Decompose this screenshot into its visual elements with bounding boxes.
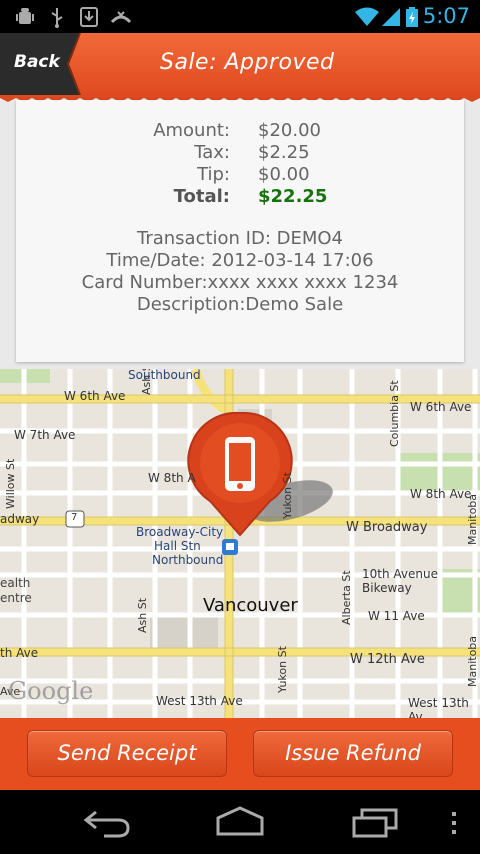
- map-label: W 6th Ave: [410, 400, 472, 414]
- map-label: W 7th Ave: [14, 428, 76, 442]
- overflow-menu-icon[interactable]: [448, 806, 460, 840]
- app-header: Back Sale: Approved: [0, 33, 480, 95]
- battery-charging-icon: [406, 7, 418, 27]
- poi-label: entre: [0, 591, 32, 605]
- map-label: Ash St: [136, 597, 149, 633]
- time-date: Time/Date: 2012-03-14 17:06: [106, 250, 374, 271]
- map-label: Columbia St: [388, 380, 401, 447]
- transaction-id: Transaction ID: DEMO4: [136, 228, 344, 249]
- voicemail-icon: [110, 11, 132, 24]
- recent-apps-icon[interactable]: [350, 806, 400, 840]
- tip-label: Tip:: [197, 164, 230, 185]
- map-label: W 8th A: [148, 471, 196, 485]
- android-debug-icon: [16, 8, 34, 24]
- map-label: W 6th Ave: [64, 389, 126, 403]
- map-label: Alberta St: [340, 570, 353, 625]
- wifi-icon: [355, 7, 379, 26]
- map-label: Yukon St: [276, 646, 289, 693]
- total-label: Total:: [173, 186, 230, 207]
- system-nav-bar: [0, 790, 480, 854]
- description: Description:Demo Sale: [136, 294, 344, 315]
- back-icon[interactable]: [82, 806, 132, 840]
- route-number: 7: [71, 512, 78, 523]
- back-button[interactable]: Back: [0, 33, 81, 95]
- station-label: Hall Stn: [154, 539, 201, 553]
- map-label: W 11 Ave: [368, 609, 425, 623]
- station-label: Broadway-City: [136, 525, 224, 539]
- send-receipt-button[interactable]: Send Receipt: [27, 730, 227, 777]
- map-label: Manitoba St: [466, 493, 480, 545]
- download-icon: [80, 7, 98, 27]
- action-bar: Send Receipt Issue Refund: [0, 718, 480, 790]
- map-label: 10th Avenue Bikeway: [362, 567, 438, 595]
- usb-icon: [51, 8, 63, 28]
- map-label: W 8th Ave: [410, 487, 472, 501]
- map-label: West 13th Av: [408, 696, 469, 718]
- page-title: Sale: Approved: [160, 50, 335, 75]
- map-label: adway: [0, 512, 40, 526]
- signal-icon: [382, 8, 400, 26]
- map-label: th Ave: [0, 646, 39, 660]
- amount-label: Amount:: [153, 120, 230, 141]
- map-attribution: Google: [8, 677, 94, 705]
- clock: 5:07: [422, 4, 470, 28]
- map-label: W 12th Ave: [350, 652, 425, 667]
- city-label: Vancouver: [203, 595, 298, 616]
- tax-label: Tax:: [194, 142, 230, 163]
- map-label: Willow St: [4, 458, 17, 509]
- tax-value: $2.25: [258, 142, 310, 163]
- card-number: Card Number:xxxx xxxx xxxx 1234: [81, 272, 399, 293]
- building-area: [150, 613, 218, 653]
- back-label: Back: [14, 52, 60, 72]
- map-label: Manitoba St: [466, 635, 480, 687]
- home-icon[interactable]: [214, 806, 266, 840]
- poi-label: ealth: [0, 576, 31, 590]
- station-label: Northbound: [152, 553, 224, 567]
- amount-value: $20.00: [258, 120, 321, 141]
- map-label: Yukon St: [281, 472, 294, 519]
- map-label: Ash St: [140, 369, 153, 395]
- total-value: $22.25: [258, 186, 328, 207]
- map-label: W Broadway: [346, 520, 428, 535]
- tip-value: $0.00: [258, 164, 310, 185]
- map-label: West 13th Ave: [156, 694, 243, 708]
- issue-refund-button[interactable]: Issue Refund: [253, 730, 453, 777]
- map-label: Southbound: [128, 369, 201, 382]
- location-map[interactable]: Southbound W 6th Ave W 7th Ave W 8th A W…: [0, 369, 480, 718]
- status-bar: 5:07: [0, 0, 480, 33]
